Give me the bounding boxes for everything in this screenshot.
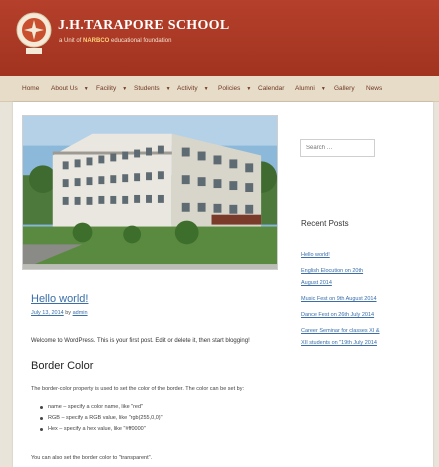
chevron-down-icon: ▼ xyxy=(203,86,209,92)
recent-post-link[interactable]: English Elocution on 20th August 2014 xyxy=(301,265,381,289)
nav-item-label: About Us xyxy=(51,85,78,92)
chevron-down-icon: ▼ xyxy=(320,86,326,92)
post-welcome-text: Welcome to WordPress. This is your first… xyxy=(31,338,250,344)
recent-post-link[interactable]: Dance Fest on 26th July 2014 xyxy=(301,309,381,321)
nav-item-students[interactable]: Students ▼ xyxy=(134,85,171,92)
list-item: Hex – specify a hex value, like "#ff0000… xyxy=(40,426,163,437)
chevron-down-icon: ▼ xyxy=(122,86,128,92)
nav-item-facility[interactable]: Facility ▼ xyxy=(96,85,127,92)
nav-item-activity[interactable]: Activity ▼ xyxy=(177,85,209,92)
search-input[interactable] xyxy=(300,139,375,157)
tagline-brand: NARBCO xyxy=(83,38,110,44)
school-logo-icon[interactable] xyxy=(16,12,52,56)
section-tail-text: You can also set the border color to "tr… xyxy=(31,455,153,461)
post-meta-by: by xyxy=(63,310,73,316)
color-options-list: name – specify a color name, like "red" … xyxy=(40,404,163,437)
post-date-link[interactable]: July 13, 2014 xyxy=(31,310,64,316)
post-meta: July 13, 2014 by admin xyxy=(31,310,88,316)
site-header: J.H.TARAPORE SCHOOL a Unit of NARBCO edu… xyxy=(0,0,439,76)
recent-post-link[interactable]: Hello world! xyxy=(301,249,381,261)
nav-item-label: Home xyxy=(22,85,40,92)
nav-item-home[interactable]: Home xyxy=(22,85,39,92)
recent-posts-heading: Recent Posts xyxy=(301,219,349,228)
nav-item-label: Gallery xyxy=(334,85,355,92)
recent-posts-list: Hello world! English Elocution on 20th A… xyxy=(301,249,381,349)
tagline-prefix: a Unit of xyxy=(59,38,84,44)
school-building-image xyxy=(22,115,278,270)
list-item: RGB – specify a RGB value, like "rgb(255… xyxy=(40,415,163,426)
school-name[interactable]: J.H.TARAPORE SCHOOL xyxy=(58,18,230,34)
school-tagline: a Unit of NARBCO educational foundation xyxy=(59,38,171,44)
tagline-suffix: educational foundation xyxy=(109,38,172,44)
nav-item-label: Calendar xyxy=(258,85,285,92)
post-author-link[interactable]: admin xyxy=(73,310,88,316)
recent-post-link[interactable]: Music Fest on 9th August 2014 xyxy=(301,293,381,305)
main-nav: Home About Us ▼ Facility ▼ Students ▼ Activ… xyxy=(0,76,439,102)
nav-item-label: Policies xyxy=(218,85,241,92)
nav-item-label: News xyxy=(366,85,383,92)
list-item: name – specify a color name, like "red" xyxy=(40,404,163,415)
nav-item-label: Alumni xyxy=(295,85,315,92)
nav-item-label: Facility xyxy=(96,85,117,92)
section-heading: Border Color xyxy=(31,360,94,372)
chevron-down-icon: ▼ xyxy=(83,86,89,92)
nav-item-news[interactable]: News xyxy=(366,85,382,92)
chevron-down-icon: ▼ xyxy=(165,86,171,92)
nav-item-about-us[interactable]: About Us ▼ xyxy=(51,85,89,92)
nav-item-label: Activity xyxy=(177,85,198,92)
nav-item-alumni[interactable]: Alumni ▼ xyxy=(295,85,326,92)
nav-item-gallery[interactable]: Gallery xyxy=(334,85,355,92)
nav-item-policies[interactable]: Policies ▼ xyxy=(218,85,251,92)
section-description: The border-color property is used to set… xyxy=(31,386,244,392)
chevron-down-icon: ▼ xyxy=(246,86,252,92)
nav-item-label: Students xyxy=(134,85,160,92)
recent-post-link[interactable]: Career Seminar for classes XI & XII stud… xyxy=(301,325,381,349)
nav-item-calendar[interactable]: Calendar xyxy=(258,85,284,92)
post-title-link[interactable]: Hello world! xyxy=(31,293,88,305)
